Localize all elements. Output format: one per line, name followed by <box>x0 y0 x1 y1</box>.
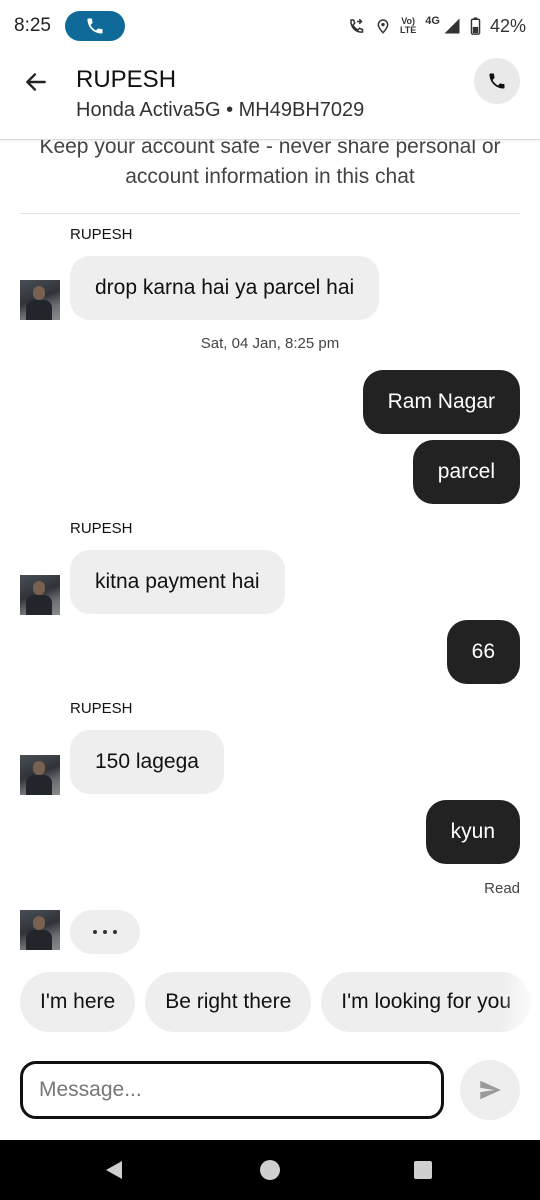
sender-name: RUPESH <box>70 700 133 717</box>
location-icon <box>375 17 391 35</box>
volte-icon: Vo) LTE <box>400 17 416 35</box>
sender-name: RUPESH <box>70 520 133 537</box>
status-time: 8:25 <box>14 15 51 36</box>
vehicle-details: Honda Activa5G • MH49BH7029 <box>76 99 365 121</box>
sender-name: RUPESH <box>70 226 133 243</box>
call-forward-icon <box>348 17 366 35</box>
battery-icon <box>470 17 481 35</box>
nav-home-icon[interactable] <box>260 1160 280 1180</box>
incoming-message: drop karna hai ya parcel hai <box>70 256 380 320</box>
status-icons: Vo) LTE 4G 42% <box>348 15 526 37</box>
phone-icon <box>489 73 505 89</box>
quick-reply-looking-for-you[interactable]: I'm looking for you <box>321 972 532 1032</box>
nav-recents-icon[interactable] <box>414 1161 432 1179</box>
back-button[interactable] <box>20 66 52 98</box>
send-button[interactable] <box>460 1060 520 1120</box>
volte-bottom-label: LTE <box>399 25 417 35</box>
signal-icon <box>443 17 461 35</box>
arrow-left-icon <box>26 73 46 91</box>
avatar <box>20 910 60 950</box>
safety-notice: Keep your account safe - never share per… <box>20 128 520 214</box>
message-input[interactable] <box>20 1061 444 1119</box>
avatar <box>20 755 60 795</box>
quick-replies: I'm here Be right there I'm looking for … <box>20 972 540 1032</box>
network-type-label: 4G <box>425 15 440 27</box>
typing-indicator <box>70 910 140 954</box>
phone-icon <box>87 18 103 34</box>
ongoing-call-pill[interactable] <box>64 11 125 41</box>
chat-header: RUPESH Honda Activa5G • MH49BH7029 <box>0 52 540 140</box>
quick-reply-be-right-there[interactable]: Be right there <box>145 972 312 1032</box>
send-icon <box>480 1080 501 1100</box>
outgoing-message: 66 <box>446 620 520 684</box>
quick-reply-im-here[interactable]: I'm here <box>20 972 136 1032</box>
status-bar: 8:25 Vo) LTE 4G 42% <box>0 0 540 52</box>
outgoing-message: parcel <box>412 440 520 504</box>
nav-back-icon[interactable] <box>104 1160 124 1180</box>
outgoing-message: Ram Nagar <box>362 370 520 434</box>
avatar <box>20 280 60 320</box>
incoming-message: kitna payment hai <box>70 550 285 614</box>
avatar <box>20 575 60 615</box>
battery-percent: 42% <box>489 15 526 36</box>
incoming-message: 150 lagega <box>70 730 224 794</box>
message-timestamp: Sat, 04 Jan, 8:25 pm <box>200 335 340 352</box>
system-nav-bar <box>0 1140 540 1200</box>
outgoing-message: kyun <box>425 800 520 864</box>
read-receipt: Read <box>484 880 520 897</box>
contact-name: RUPESH <box>76 66 177 93</box>
call-button[interactable] <box>474 58 520 104</box>
